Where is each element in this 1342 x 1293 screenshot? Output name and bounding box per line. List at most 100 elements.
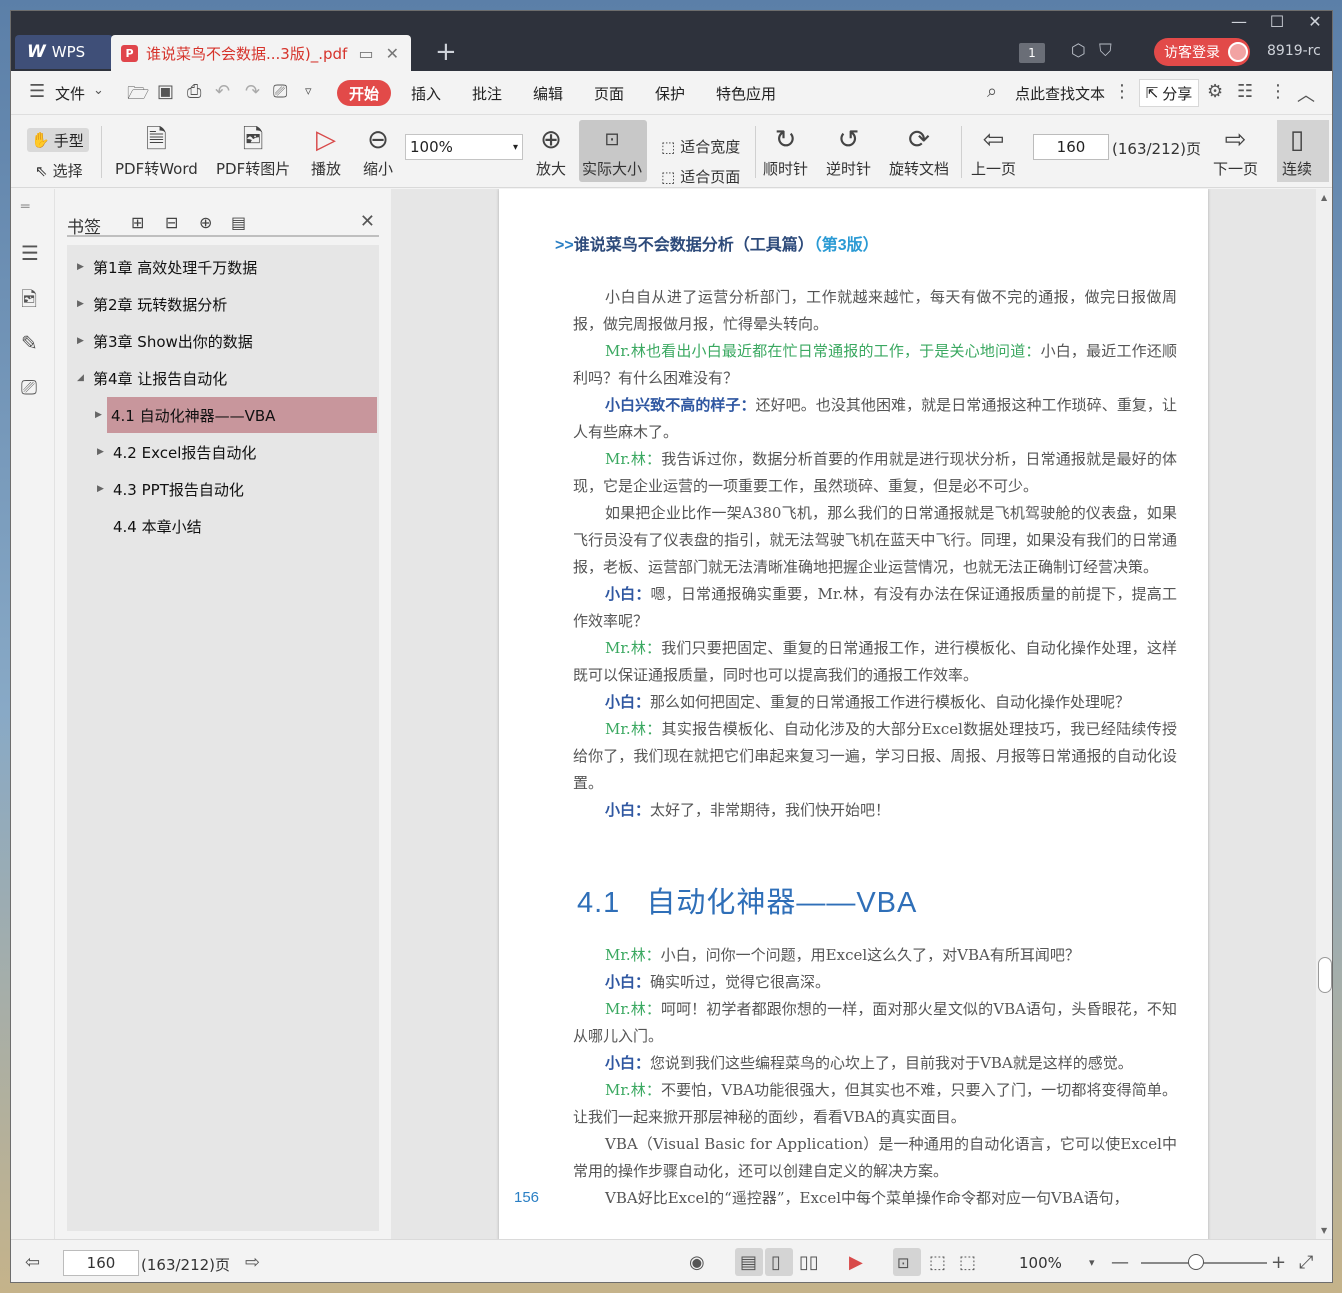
zoom-in-button[interactable]: ⊕ 放大 [536, 124, 566, 179]
fit-page-button[interactable]: ⬚ 适合页面 [661, 166, 740, 187]
arrow-left-icon[interactable]: ⇦ [25, 1252, 40, 1273]
bookmark-item[interactable]: ▶ 4.3 PPT报告自动化 [67, 471, 379, 507]
wps-home-tab[interactable]: W WPS [15, 35, 113, 69]
comment-icon[interactable]: ☷ [1237, 81, 1253, 102]
rotate-counterclockwise-button[interactable]: ↺ 逆时针 [826, 124, 871, 179]
caret-right-icon[interactable]: ▶ [95, 410, 105, 420]
bookmark-item[interactable]: ▶ 第1章 高效处理千万数据 [67, 249, 379, 285]
search-icon[interactable]: ⌕ [987, 81, 997, 102]
more-options-icon[interactable]: ⋮ [1269, 81, 1287, 102]
close-icon[interactable]: ✕ [360, 211, 375, 232]
window-count-badge[interactable]: 1 [1019, 43, 1045, 63]
new-tab-button[interactable]: + [435, 37, 457, 67]
play-button[interactable]: ▷ 播放 [311, 124, 341, 179]
pin-icon[interactable]: ▭ [358, 44, 373, 63]
guest-login-button[interactable]: 访客登录 [1154, 38, 1250, 66]
continuous-button[interactable]: ▯ 连续 [1282, 124, 1312, 179]
thumbnail-icon[interactable]: 🖻 [21, 285, 37, 319]
rotate-document-button[interactable]: ⟳ 旋转文档 [889, 124, 949, 179]
fit-width-button[interactable]: ⬚ 适合宽度 [661, 136, 740, 157]
share-button[interactable]: ⇱ 分享 [1139, 79, 1199, 107]
actual-size-button[interactable]: ⊡ 实际大小 [582, 124, 642, 179]
eye-protection-icon[interactable]: ◉ [689, 1252, 705, 1273]
pdf-to-image-button[interactable]: 🖻 PDF转图片 [216, 124, 290, 179]
caret-right-icon[interactable]: ▶ [97, 484, 107, 494]
scroll-down-icon[interactable]: ▼ [1321, 1226, 1327, 1235]
close-window-icon[interactable]: ✕ [1306, 12, 1324, 31]
zoom-slider[interactable] [1141, 1262, 1267, 1264]
zoom-select[interactable]: 100% ▾ [405, 134, 523, 160]
menu-annotate[interactable]: 批注 [472, 83, 502, 104]
bookmark-item[interactable]: 4.4 本章小结 [67, 508, 379, 544]
document-viewer[interactable]: >>谁说菜鸟不会数据分析（工具篇）（第3版） 小白自从进了运营分析部门，工作就越… [391, 189, 1316, 1239]
bookmark-item[interactable]: ▶ 4.2 Excel报告自动化 [67, 434, 379, 470]
skin-icon[interactable]: ⬡ [1071, 41, 1086, 61]
actual-size-icon[interactable]: ⊡ [897, 1254, 910, 1272]
close-tab-icon[interactable]: ✕ [386, 44, 399, 63]
minimize-icon[interactable]: — [1230, 12, 1248, 31]
expand-all-icon[interactable]: ⊞ [131, 213, 144, 232]
play-icon[interactable]: ▶ [849, 1252, 863, 1273]
fit-page-icon[interactable]: ⬚ [929, 1252, 946, 1273]
two-page-icon[interactable]: ▯▯ [799, 1252, 819, 1273]
bookmark-item[interactable]: ▶ 第3章 Show出你的数据 [67, 323, 379, 359]
hand-tool-button[interactable]: ✋ 手型 [27, 128, 89, 152]
zoom-level[interactable]: 100% [1019, 1254, 1062, 1272]
bookmark-options-icon[interactable]: ▤ [231, 213, 246, 232]
zoom-out-icon[interactable]: — [1111, 1252, 1129, 1273]
add-bookmark-icon[interactable]: ⊕ [199, 213, 212, 232]
shirt-icon[interactable]: ⛉ [1099, 41, 1112, 61]
more-vertical-icon[interactable]: ⋮ [1113, 81, 1131, 102]
gear-icon[interactable]: ⚙ [1207, 81, 1223, 102]
zoom-out-button[interactable]: ⊖ 缩小 [363, 124, 393, 179]
zoom-in-icon[interactable]: + [1271, 1252, 1286, 1273]
rotate-clockwise-button[interactable]: ↻ 顺时针 [763, 124, 808, 179]
zoom-slider-handle[interactable] [1188, 1254, 1204, 1270]
bookmark-item-active[interactable]: ▶ 4.1 自动化神器——VBA [95, 397, 377, 433]
previous-page-button[interactable]: ⇦ 上一页 [971, 124, 1016, 179]
outline-icon[interactable]: ☰ [21, 241, 39, 265]
hamburger-menu-icon[interactable]: ☰ [29, 81, 45, 102]
menu-start[interactable]: 开始 [337, 80, 391, 106]
bookmark-item[interactable]: ▶ 第2章 玩转数据分析 [67, 286, 379, 322]
scroll-thumb[interactable] [1318, 957, 1332, 993]
menu-protect[interactable]: 保护 [655, 83, 685, 104]
caret-down-icon[interactable]: ◢ [77, 373, 87, 383]
page-number-input[interactable]: 160 [1033, 134, 1109, 160]
vertical-scrollbar[interactable]: ▲ ▼ [1316, 189, 1332, 1239]
maximize-icon[interactable]: ☐ [1268, 12, 1286, 31]
collapse-ribbon-icon[interactable]: ︿ [1297, 81, 1315, 107]
print-icon[interactable]: ⎙ [187, 81, 201, 102]
chevron-down-icon[interactable]: ⌄ [93, 83, 104, 98]
menu-insert[interactable]: 插入 [411, 83, 441, 104]
pdf-to-word-button[interactable]: 🗎 PDF转Word [115, 124, 198, 179]
menu-special[interactable]: 特色应用 [716, 83, 776, 104]
export-icon[interactable]: ⎚ [273, 81, 287, 102]
drag-handle-icon[interactable]: ═ [21, 199, 29, 215]
arrow-right-icon[interactable]: ⇨ [245, 1252, 260, 1273]
menu-file[interactable]: 文件 [55, 83, 85, 104]
undo-icon[interactable]: ↶ [215, 81, 230, 102]
search-text-button[interactable]: 点此查找文本 [1015, 83, 1105, 104]
select-tool-button[interactable]: ⇖ 选择 [35, 160, 83, 181]
open-folder-icon[interactable]: 🗁 [127, 81, 149, 111]
image-export-icon[interactable]: ⎚ [21, 375, 37, 399]
collapse-all-icon[interactable]: ⊟ [165, 213, 178, 232]
annotation-icon[interactable]: ✎ [21, 331, 38, 355]
caret-right-icon[interactable]: ▶ [77, 299, 87, 309]
scroll-up-icon[interactable]: ▲ [1321, 193, 1327, 202]
menu-edit[interactable]: 编辑 [533, 83, 563, 104]
next-page-button[interactable]: ⇨ 下一页 [1213, 124, 1258, 179]
caret-right-icon[interactable]: ▶ [77, 262, 87, 272]
fullscreen-icon[interactable]: ⤢ [1299, 1252, 1313, 1273]
continuous-view-icon[interactable]: ▤ [740, 1252, 757, 1273]
status-page-input[interactable]: 160 [63, 1250, 139, 1276]
menu-page[interactable]: 页面 [594, 83, 624, 104]
single-page-icon[interactable]: ▯ [771, 1252, 781, 1273]
bookmark-item[interactable]: ◢ 第4章 让报告自动化 [67, 360, 379, 396]
chevron-down-icon[interactable]: ▾ [1089, 1256, 1095, 1269]
caret-right-icon[interactable]: ▶ [97, 447, 107, 457]
document-tab[interactable]: P 谁说菜鸟不会数据...3版)_.pdf ▭ ✕ [111, 35, 411, 71]
caret-right-icon[interactable]: ▶ [77, 336, 87, 346]
more-dropdown-icon[interactable]: ▿ [305, 84, 312, 99]
